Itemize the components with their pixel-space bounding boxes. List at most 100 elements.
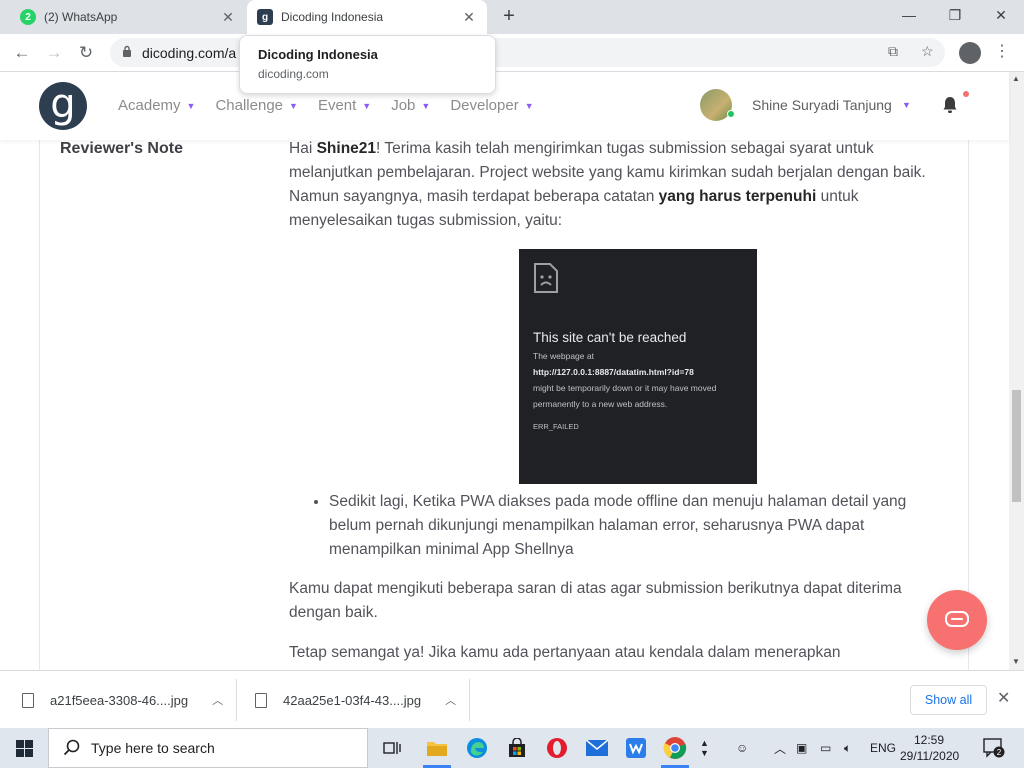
- mail-icon[interactable]: [583, 734, 611, 762]
- tab-title: Dicoding Indonesia: [281, 10, 384, 24]
- error-line: might be temporarily down or it may have…: [533, 383, 717, 393]
- wps-icon[interactable]: [622, 734, 650, 762]
- whatsapp-icon: 2: [20, 9, 36, 25]
- menu-kebab-icon[interactable]: ⋮: [994, 41, 1010, 61]
- windows-logo-icon: [15, 739, 33, 757]
- download-item[interactable]: a21f5eea-3308-46....jpg ︿: [22, 671, 223, 729]
- error-line: permanently to a new web address.: [533, 399, 668, 409]
- tab-whatsapp[interactable]: 2 (2) WhatsApp ✕: [10, 0, 246, 34]
- scroll-down-icon[interactable]: ▼: [1012, 657, 1020, 666]
- error-title: This site can't be reached: [533, 330, 687, 345]
- task-view-icon[interactable]: [378, 734, 406, 762]
- review-bullets: Sedikit lagi, Ketika PWA diakses pada mo…: [309, 490, 909, 562]
- search-icon: [63, 739, 80, 756]
- divider: [236, 679, 237, 721]
- close-icon[interactable]: ✕: [997, 688, 1010, 708]
- scroll-up-icon[interactable]: ▲: [1012, 74, 1020, 83]
- error-line: The webpage at: [533, 351, 594, 361]
- reload-icon[interactable]: ↻: [74, 41, 98, 65]
- chevron-up-icon[interactable]: ︿: [212, 692, 223, 708]
- review-paragraph: Kamu dapat mengikuti beberapa saran di a…: [289, 580, 902, 621]
- store-icon[interactable]: [503, 734, 531, 762]
- close-tab-icon[interactable]: ✕: [218, 9, 238, 26]
- notification-center-icon[interactable]: 2: [983, 738, 1005, 758]
- nav-label: Event: [317, 97, 357, 114]
- edge-icon[interactable]: [463, 734, 491, 762]
- people-icon[interactable]: ☺: [736, 728, 748, 768]
- opera-icon[interactable]: [543, 734, 571, 762]
- file-icon: [22, 692, 34, 708]
- taskbar-search[interactable]: Type here to search: [48, 728, 368, 768]
- dicoding-logo[interactable]: g: [39, 82, 87, 130]
- bookmark-star-icon[interactable]: ☆: [921, 43, 934, 60]
- nav-developer[interactable]: Developer ▼: [450, 97, 533, 114]
- meet-now-icon[interactable]: ▣: [796, 728, 807, 768]
- divider: [469, 679, 470, 721]
- volume-icon[interactable]: 🔈︎: [844, 728, 851, 768]
- bell-icon[interactable]: [942, 96, 958, 114]
- emphasis-text: yang harus terpenuhi: [658, 188, 817, 205]
- translate-icon[interactable]: ⧉: [888, 43, 898, 60]
- nav-event[interactable]: Event ▼: [318, 97, 371, 114]
- chrome-icon[interactable]: [661, 734, 689, 762]
- chat-bubble-icon: [945, 611, 969, 627]
- error-screenshot: This site can't be reached The webpage a…: [519, 249, 757, 484]
- file-explorer-icon[interactable]: [423, 734, 451, 762]
- username: Shine21: [316, 140, 377, 157]
- tray-scroll-arrows[interactable]: ▲ ▼: [700, 728, 709, 768]
- nav-label: Challenge: [215, 97, 284, 114]
- chevron-up-icon[interactable]: ︿: [445, 692, 456, 708]
- show-hidden-icons[interactable]: ︿: [774, 728, 786, 768]
- close-window-button[interactable]: ✕: [978, 0, 1024, 30]
- main-content: Reviewer's Note Hai Shine21! Terima kasi…: [0, 140, 1009, 670]
- download-bar: a21f5eea-3308-46....jpg ︿ 42aa25e1-03f4-…: [0, 670, 1024, 728]
- close-tab-icon[interactable]: ✕: [459, 9, 479, 26]
- tab-hover-tooltip: Dicoding Indonesia dicoding.com: [239, 35, 496, 94]
- url-text: dicoding.com/a: [142, 45, 237, 61]
- clock[interactable]: 12:59 29/11/2020: [900, 732, 959, 764]
- language-indicator[interactable]: ENG: [870, 728, 896, 768]
- nav-job[interactable]: Job ▼: [391, 97, 430, 114]
- user-name[interactable]: Shine Suryadi Tanjung: [752, 97, 892, 113]
- nav-label: Developer: [450, 97, 519, 114]
- notification-dot: [963, 91, 969, 97]
- chat-button[interactable]: [927, 590, 987, 650]
- show-all-button[interactable]: Show all: [910, 685, 987, 715]
- page-scrollbar[interactable]: ▲ ▼: [1009, 72, 1024, 670]
- clock-time: 12:59: [913, 733, 945, 747]
- start-button[interactable]: [0, 728, 48, 768]
- new-tab-button[interactable]: +: [499, 5, 519, 28]
- scrollbar-thumb[interactable]: [1012, 390, 1021, 502]
- profile-avatar-icon[interactable]: [959, 42, 981, 64]
- download-item[interactable]: 42aa25e1-03f4-43....jpg ︿: [255, 671, 456, 729]
- nav-challenge[interactable]: Challenge ▼: [215, 97, 297, 114]
- svg-text:2: 2: [997, 748, 1002, 757]
- tab-strip: 2 (2) WhatsApp ✕ g Dicoding Indonesia ✕ …: [0, 0, 1024, 34]
- search-placeholder: Type here to search: [91, 740, 215, 756]
- chevron-down-icon: ▼: [186, 100, 196, 111]
- reviewers-note-label: Reviewer's Note: [60, 140, 183, 157]
- chevron-down-icon: ▼: [362, 100, 372, 111]
- review-intro: Hai Shine21! Terima kasih telah mengirim…: [289, 140, 954, 233]
- lock-icon: [123, 45, 131, 57]
- tooltip-title: Dicoding Indonesia: [258, 47, 378, 62]
- back-icon[interactable]: ←: [10, 41, 34, 65]
- chevron-down-icon: ▼: [421, 100, 431, 111]
- minimize-button[interactable]: —: [886, 0, 932, 30]
- error-code: ERR_FAILED: [533, 422, 579, 431]
- nav-label: Academy: [118, 97, 181, 114]
- tab-title: (2) WhatsApp: [44, 10, 118, 24]
- chevron-down-icon[interactable]: ▼: [902, 100, 911, 110]
- address-bar[interactable]: dicoding.com/a ⧉ ☆: [110, 38, 945, 67]
- chevron-down-icon: ▼: [524, 100, 534, 111]
- review-paragraph: Tetap semangat ya! Jika kamu ada pertany…: [289, 644, 841, 661]
- network-icon[interactable]: ▭: [820, 728, 831, 768]
- site-header: g Academy ▼ Challenge ▼ Event ▼ Job ▼ Develo…: [0, 72, 1009, 140]
- nav-label: Job: [391, 97, 416, 114]
- file-icon: [255, 692, 267, 708]
- restore-button[interactable]: ❐: [932, 0, 978, 30]
- forward-icon[interactable]: →: [42, 41, 66, 65]
- nav-academy[interactable]: Academy ▼: [118, 97, 195, 114]
- list-item: Sedikit lagi, Ketika PWA diakses pada mo…: [329, 490, 909, 562]
- tab-dicoding[interactable]: g Dicoding Indonesia ✕: [247, 0, 487, 34]
